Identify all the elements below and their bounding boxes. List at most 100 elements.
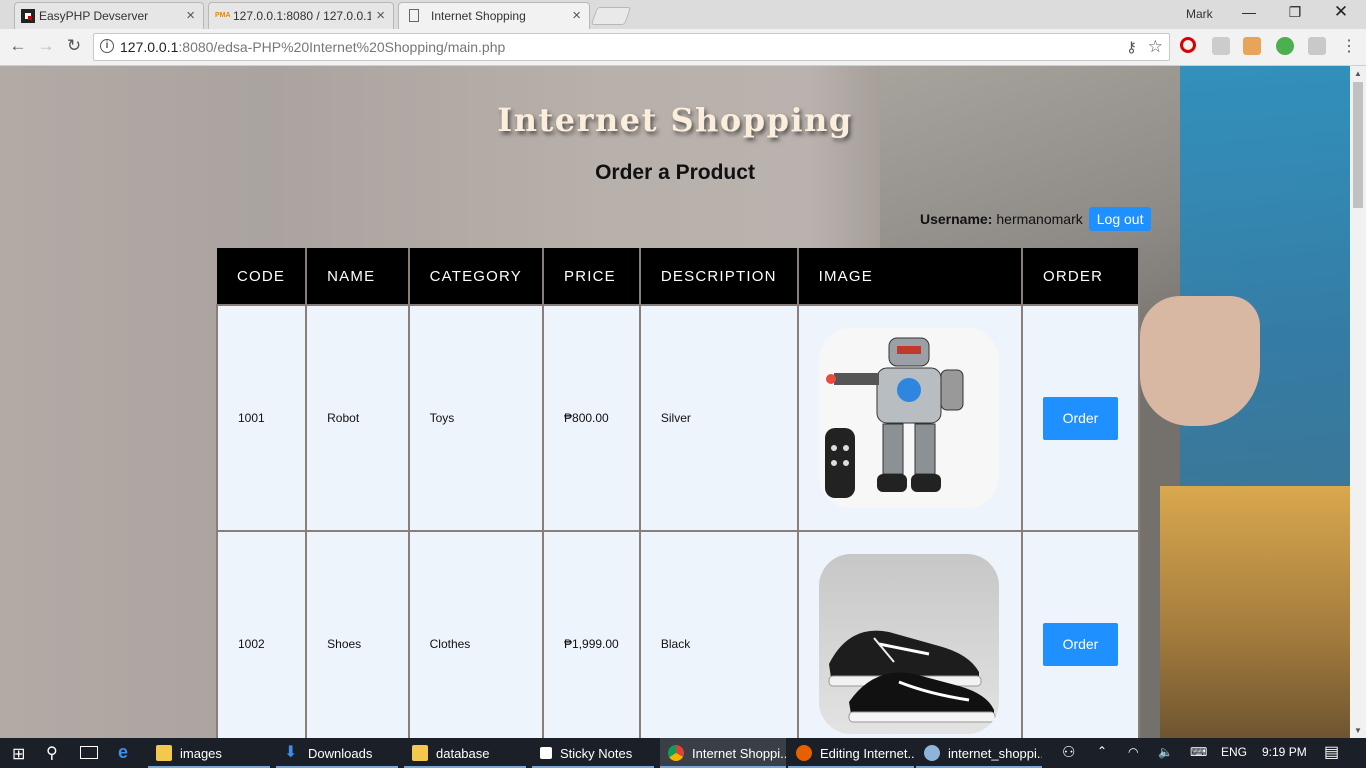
folder-icon bbox=[156, 745, 172, 761]
cell-category: Clothes bbox=[407, 530, 545, 738]
clock[interactable]: 9:19 PM bbox=[1262, 745, 1307, 759]
order-button[interactable]: Order bbox=[1042, 622, 1118, 666]
column-header: NAME bbox=[306, 248, 410, 305]
robot-toy-image bbox=[818, 328, 999, 508]
tab-label: EasyPHP Devserver bbox=[39, 9, 149, 23]
cell-name: Shoes bbox=[305, 530, 410, 738]
close-icon[interactable]: × bbox=[376, 7, 385, 24]
taskbar-item-images[interactable]: images bbox=[148, 738, 270, 768]
tab-phpmyadmin[interactable]: PMA 127.0.0.1:8080 / 127.0.0.1 × bbox=[208, 2, 394, 29]
column-header: IMAGE bbox=[797, 248, 1023, 305]
browser-toolbar: ← → ↻ i 127.0.0.1:8080/edsa-PHP%20Intern… bbox=[0, 29, 1366, 66]
tab-easyphp[interactable]: EasyPHP Devserver × bbox=[14, 2, 204, 29]
taskbar-label: Editing Internet... bbox=[820, 745, 914, 761]
menu-icon[interactable]: ⋮ bbox=[1337, 36, 1361, 56]
taskbar-label: database bbox=[436, 745, 490, 761]
cell-code: 1001 bbox=[215, 304, 308, 532]
extension-icon[interactable] bbox=[1212, 37, 1230, 55]
taskbar-label: Downloads bbox=[308, 745, 373, 761]
sneakers-illustration bbox=[828, 630, 996, 723]
scroll-down-icon[interactable]: ▼ bbox=[1350, 726, 1366, 735]
page-viewport: Internet Shopping Order a Product Userna… bbox=[0, 66, 1350, 738]
wifi-icon[interactable]: ◠ bbox=[1128, 745, 1138, 759]
windows-taskbar: ⊞ ⚲ e images ⬇ Downloads database Sticky… bbox=[0, 738, 1366, 768]
people-icon[interactable]: ⚇ bbox=[1062, 743, 1075, 761]
chrome-icon bbox=[668, 745, 684, 761]
chevron-up-icon[interactable]: ⌃ bbox=[1097, 744, 1107, 758]
extension-icon[interactable] bbox=[1276, 37, 1294, 55]
language-indicator[interactable]: ENG bbox=[1221, 745, 1247, 759]
url-path: :8080/edsa-PHP%20Internet%20Shopping/mai… bbox=[178, 39, 506, 55]
input-method-icon[interactable]: ⌨ bbox=[1190, 745, 1207, 759]
cell-code: 1002 bbox=[215, 530, 308, 738]
paint-icon bbox=[924, 745, 940, 761]
close-window-icon[interactable]: ✕ bbox=[1318, 2, 1364, 22]
notifications-icon[interactable]: ▤ bbox=[1324, 742, 1339, 762]
user-info: Username: hermanomark Log out bbox=[920, 207, 1152, 231]
minimize-icon[interactable]: — bbox=[1226, 4, 1272, 20]
tab-label: 127.0.0.1:8080 / 127.0.0.1 bbox=[233, 9, 371, 23]
edge-icon[interactable]: e bbox=[118, 742, 128, 763]
taskbar-item-sticky-notes[interactable]: Sticky Notes bbox=[532, 738, 654, 768]
cell-price: ₱1,999.00 bbox=[542, 530, 641, 738]
windows-start-icon[interactable]: ⊞ bbox=[12, 744, 25, 764]
taskbar-label: images bbox=[180, 745, 222, 761]
back-icon[interactable]: ← bbox=[6, 36, 30, 56]
opera-extension-icon[interactable] bbox=[1180, 37, 1196, 53]
address-bar[interactable]: i 127.0.0.1:8080/edsa-PHP%20Internet%20S… bbox=[93, 33, 1170, 61]
taskbar-label: Sticky Notes bbox=[560, 745, 633, 761]
table-header-row: CODE NAME CATEGORY PRICE DESCRIPTION IMA… bbox=[217, 248, 1141, 305]
order-button[interactable]: Order bbox=[1042, 396, 1118, 440]
cell-category: Toys bbox=[407, 304, 545, 532]
extension-icon[interactable] bbox=[1308, 37, 1326, 55]
tab-internet-shopping[interactable]: Internet Shopping × bbox=[398, 2, 590, 29]
taskbar-item-firefox[interactable]: Editing Internet... bbox=[788, 738, 914, 768]
browser-tab-strip: EasyPHP Devserver × PMA 127.0.0.1:8080 /… bbox=[0, 0, 1366, 29]
key-icon[interactable]: ⚷ bbox=[1126, 35, 1137, 61]
search-icon[interactable]: ⚲ bbox=[46, 743, 58, 763]
taskbar-item-database[interactable]: database bbox=[404, 738, 526, 768]
column-header: CATEGORY bbox=[408, 248, 545, 305]
sticky-notes-icon bbox=[540, 747, 552, 759]
cell-order: Order bbox=[1020, 530, 1141, 738]
taskbar-item-downloads[interactable]: ⬇ Downloads bbox=[276, 738, 398, 768]
bookmark-star-icon[interactable]: ☆ bbox=[1148, 34, 1163, 60]
task-view-icon[interactable] bbox=[80, 746, 98, 759]
cell-order: Order bbox=[1020, 304, 1141, 532]
scroll-up-icon[interactable]: ▲ bbox=[1350, 69, 1366, 78]
column-header: ORDER bbox=[1021, 248, 1141, 305]
close-icon[interactable]: × bbox=[186, 7, 195, 24]
cell-description: Black bbox=[638, 530, 799, 738]
column-header: PRICE bbox=[543, 248, 641, 305]
cell-description: Silver bbox=[638, 304, 799, 532]
phpmyadmin-icon: PMA bbox=[215, 12, 231, 19]
column-header: CODE bbox=[217, 248, 308, 305]
close-icon[interactable]: × bbox=[572, 7, 581, 24]
profile-name[interactable]: Mark bbox=[1186, 7, 1213, 21]
extension-icon[interactable] bbox=[1243, 37, 1261, 55]
taskbar-label: internet_shoppi... bbox=[948, 745, 1042, 761]
logout-button[interactable]: Log out bbox=[1088, 207, 1152, 231]
tab-label: Internet Shopping bbox=[431, 9, 526, 23]
cell-name: Robot bbox=[305, 304, 410, 532]
folder-icon bbox=[412, 745, 428, 761]
background-photo bbox=[1140, 296, 1260, 426]
cell-price: ₱800.00 bbox=[542, 304, 641, 532]
robot-illustration bbox=[824, 337, 964, 498]
restore-icon[interactable]: ❐ bbox=[1272, 4, 1318, 21]
forward-icon[interactable]: → bbox=[34, 36, 58, 56]
taskbar-item-paint[interactable]: internet_shoppi... bbox=[916, 738, 1042, 768]
reload-icon[interactable]: ↻ bbox=[62, 36, 86, 56]
volume-icon[interactable]: 🔈 bbox=[1158, 745, 1173, 759]
taskbar-item-chrome[interactable]: Internet Shoppi... bbox=[660, 738, 786, 768]
black-sneakers-image bbox=[818, 554, 999, 734]
page-heading: Order a Product bbox=[595, 161, 755, 184]
page-scrollbar[interactable]: ▲ ▼ bbox=[1350, 66, 1366, 738]
firefox-icon bbox=[796, 745, 812, 761]
new-tab-button[interactable] bbox=[590, 7, 632, 25]
info-icon[interactable]: i bbox=[100, 39, 114, 53]
table-row: 1001 Robot Toys ₱800.00 Silver Order bbox=[215, 304, 1141, 532]
scrollbar-thumb[interactable] bbox=[1353, 82, 1363, 208]
table-row: 1002 Shoes Clothes ₱1,999.00 Black Order bbox=[215, 530, 1141, 738]
taskbar-label: Internet Shoppi... bbox=[692, 745, 786, 761]
